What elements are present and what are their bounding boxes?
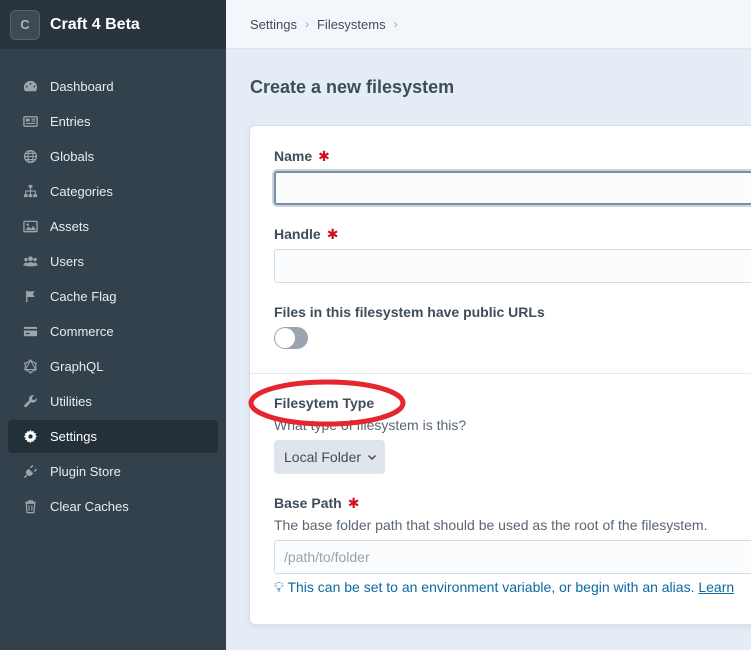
sidebar-item-globals[interactable]: Globals bbox=[8, 140, 218, 173]
sitemap-icon bbox=[22, 184, 38, 200]
chevron-right-icon: › bbox=[304, 17, 309, 31]
sidebar-item-plugin-store[interactable]: Plugin Store bbox=[8, 455, 218, 488]
gauge-icon bbox=[22, 79, 38, 95]
sidebar-item-label: Settings bbox=[50, 429, 97, 444]
handle-label-text: Handle bbox=[274, 226, 321, 242]
site-name[interactable]: Craft 4 Beta bbox=[50, 16, 140, 34]
breadcrumb-filesystems[interactable]: Filesystems bbox=[317, 17, 386, 32]
chevron-down-icon bbox=[368, 454, 377, 461]
sidebar-item-label: Categories bbox=[50, 184, 113, 199]
toggle-knob bbox=[275, 328, 295, 348]
sidebar-item-label: Plugin Store bbox=[50, 464, 121, 479]
flag-icon bbox=[22, 289, 38, 305]
name-input[interactable] bbox=[274, 171, 751, 205]
breadcrumb: Settings › Filesystems › bbox=[226, 0, 751, 49]
sidebar-item-label: Globals bbox=[50, 149, 95, 164]
chevron-right-icon: › bbox=[393, 17, 398, 31]
base-path-label-text: Base Path bbox=[274, 495, 342, 511]
image-icon bbox=[22, 219, 38, 235]
sidebar-nav: Dashboard Entries Globals Categories Ass… bbox=[0, 49, 226, 523]
sidebar-item-commerce[interactable]: Commerce bbox=[8, 315, 218, 348]
filesystem-type-value: Local Folder bbox=[284, 449, 362, 465]
public-urls-toggle[interactable] bbox=[274, 327, 308, 349]
page-title: Create a new filesystem bbox=[250, 77, 455, 97]
tip-text: This can be set to an environment variab… bbox=[287, 579, 695, 595]
divider bbox=[250, 373, 751, 374]
wrench-icon bbox=[22, 394, 38, 410]
credit-card-icon bbox=[22, 324, 38, 340]
filesystem-form: Name ✱ Handle ✱ Files in this filesystem h… bbox=[250, 126, 751, 624]
handle-label: Handle ✱ bbox=[274, 226, 338, 243]
sidebar-item-label: Users bbox=[50, 254, 84, 269]
filesystem-type-label: Filesytem Type bbox=[274, 395, 375, 411]
sidebar-item-label: Entries bbox=[50, 114, 91, 129]
graphql-icon bbox=[22, 359, 38, 375]
gear-icon bbox=[22, 429, 38, 445]
globe-icon bbox=[22, 149, 38, 165]
base-path-input[interactable] bbox=[274, 540, 751, 574]
site-logo[interactable]: C bbox=[10, 9, 40, 40]
name-label: Name ✱ bbox=[274, 148, 330, 165]
lightbulb-icon: 💡︎ bbox=[274, 579, 284, 595]
sidebar-item-cache-flag[interactable]: Cache Flag bbox=[8, 280, 218, 313]
breadcrumb-settings[interactable]: Settings bbox=[250, 17, 297, 32]
sidebar-item-entries[interactable]: Entries bbox=[8, 105, 218, 138]
sidebar-item-label: Cache Flag bbox=[50, 289, 117, 304]
sidebar-item-label: GraphQL bbox=[50, 359, 104, 374]
sidebar-item-assets[interactable]: Assets bbox=[8, 210, 218, 243]
learn-more-link[interactable]: Learn bbox=[698, 579, 734, 595]
filesystem-type-instructions: What type of filesystem is this? bbox=[274, 417, 467, 433]
handle-input[interactable] bbox=[274, 249, 751, 283]
name-label-text: Name bbox=[274, 148, 313, 164]
sidebar-item-settings[interactable]: Settings bbox=[8, 420, 218, 453]
plug-icon bbox=[22, 464, 38, 480]
base-path-instructions: The base folder path that should be used… bbox=[274, 517, 708, 533]
sidebar-item-label: Clear Caches bbox=[50, 499, 129, 514]
base-path-tip: 💡︎ This can be set to an environment var… bbox=[274, 579, 734, 596]
sidebar-item-clear-caches[interactable]: Clear Caches bbox=[8, 490, 218, 523]
sidebar-item-label: Assets bbox=[50, 219, 90, 234]
filesystem-type-select[interactable]: Local Folder bbox=[274, 440, 385, 474]
trash-icon bbox=[22, 499, 38, 515]
sidebar-item-users[interactable]: Users bbox=[8, 245, 218, 278]
required-icon: ✱ bbox=[347, 495, 360, 511]
sidebar-item-graphql[interactable]: GraphQL bbox=[8, 350, 218, 383]
sidebar-item-dashboard[interactable]: Dashboard bbox=[8, 70, 218, 103]
sidebar: C Craft 4 Beta Dashboard Entries Globals… bbox=[0, 0, 226, 650]
required-icon: ✱ bbox=[326, 226, 339, 242]
sidebar-item-label: Commerce bbox=[50, 324, 114, 339]
base-path-label: Base Path ✱ bbox=[274, 495, 359, 512]
sidebar-item-utilities[interactable]: Utilities bbox=[8, 385, 218, 418]
sidebar-item-label: Utilities bbox=[50, 394, 92, 409]
public-urls-label: Files in this filesystem have public URL… bbox=[274, 304, 545, 320]
sidebar-header: C Craft 4 Beta bbox=[0, 0, 226, 49]
required-icon: ✱ bbox=[318, 148, 330, 164]
sidebar-item-categories[interactable]: Categories bbox=[8, 175, 218, 208]
sidebar-item-label: Dashboard bbox=[50, 79, 114, 94]
users-icon bbox=[22, 254, 38, 270]
newspaper-icon bbox=[22, 114, 38, 130]
